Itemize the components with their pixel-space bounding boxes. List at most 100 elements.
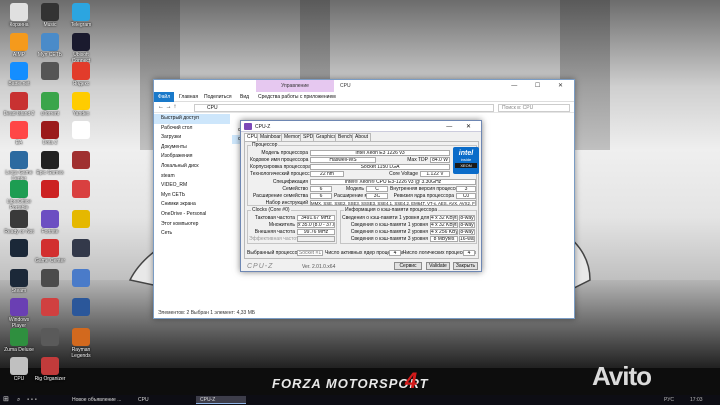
nav-item[interactable]: Локальный диск (154, 162, 230, 172)
nav-item[interactable]: Этот компьютер (154, 220, 230, 230)
desktop-icon[interactable]: Яндекс (64, 62, 98, 87)
desktop-icon[interactable]: CPU (2, 357, 36, 382)
windows-start-icon[interactable]: ⊞ (3, 396, 11, 404)
close-button[interactable]: Закрыть (453, 262, 478, 270)
nav-item[interactable]: VIDEO_RM (154, 181, 230, 191)
desktop-icon[interactable]: Windows Player (2, 298, 36, 329)
tech-value: 22 nm (310, 171, 344, 177)
taskbar-item-browser[interactable]: Новое объявление ... (72, 396, 128, 404)
forza-logo-number: 4 (405, 368, 418, 393)
family-value: 6 (310, 186, 332, 192)
tdp-value: 84.0 W (430, 157, 450, 163)
desktop-icon[interactable]: Dead Island 2 (2, 91, 36, 117)
nav-arrows-icon[interactable]: ← → ↑ (158, 104, 176, 110)
desktop-icon[interactable] (33, 62, 67, 81)
desktop-icon[interactable]: Ubisoft Connect (64, 32, 98, 64)
cpuz-app-icon (244, 123, 252, 130)
group-title: Clocks (Core #0) (251, 207, 291, 213)
desktop-icon[interactable] (64, 209, 98, 229)
nav-item[interactable]: OneDrive - Personal (154, 210, 230, 220)
field-label: Корпусировка процессора (250, 164, 311, 170)
desktop-icon[interactable]: uTorrent (33, 91, 67, 117)
nav-item[interactable]: steam (154, 172, 230, 182)
desktop-icon-label: Rayman Legends (71, 346, 91, 359)
language-indicator[interactable]: РУС (664, 396, 674, 404)
desktop-icon[interactable]: Yandex (64, 91, 98, 117)
ribbon-share-tab[interactable]: Поделиться (204, 94, 232, 100)
desktop-icon[interactable] (2, 239, 36, 258)
desktop-icon[interactable]: Ready or Not (2, 209, 36, 235)
ribbon-view-tab[interactable]: Вид (240, 94, 249, 100)
app-icon (10, 209, 28, 228)
ribbon-home-tab[interactable]: Главная (179, 94, 198, 100)
explorer-address-row: ← → ↑ CPU Поиск в: CPU (154, 102, 574, 113)
address-bar[interactable]: CPU (194, 104, 494, 112)
validate-button[interactable]: Validate (426, 262, 450, 270)
desktop-icon[interactable] (33, 180, 67, 199)
desktop-icon[interactable]: LibreOffice Portable (2, 180, 36, 211)
nav-item[interactable]: Рабочий стол (154, 124, 230, 134)
effective-speed-value (297, 236, 335, 242)
status-bar: Элементов: 2 Выбран 1 элемент: 4,33 МБ (158, 310, 256, 316)
desktop-icon[interactable]: Battle.net (2, 62, 36, 87)
desktop-icon[interactable]: AIMP (2, 32, 36, 58)
nav-item[interactable]: Снимки экрана (154, 200, 230, 210)
desktop-icon[interactable]: Music (33, 3, 67, 28)
window-controls[interactable]: — ☐ ✕ (511, 82, 571, 89)
app-icon (10, 180, 28, 198)
desktop-icon[interactable] (33, 268, 67, 288)
nav-item[interactable]: Быстрый доступ (154, 114, 230, 124)
socket-select[interactable]: Socket #1 (297, 250, 323, 256)
nav-item[interactable]: Документы (154, 143, 230, 153)
desktop-icon[interactable]: Rayman Legends (64, 327, 98, 359)
taskbar-item-cpuz[interactable]: CPU-Z (196, 396, 246, 404)
ribbon-app-tools-tab[interactable]: Средства работы с приложением (258, 94, 336, 100)
desktop-icon[interactable]: Мул СЕТЬ (33, 32, 67, 58)
nav-item[interactable]: Мул СЕТЬ (154, 191, 230, 201)
desktop-icon[interactable]: Lesta Game Center (2, 150, 36, 182)
nav-item[interactable]: Загрузки (154, 133, 230, 143)
clock[interactable]: 17:03 (690, 396, 703, 404)
desktop-icon[interactable]: Telegram (64, 3, 98, 28)
desktop-icon[interactable]: Dota 2 (33, 121, 67, 146)
ribbon-file-tab[interactable]: Файл (154, 92, 174, 102)
desktop-icon[interactable] (33, 327, 67, 347)
tab-manage[interactable]: Управление (256, 80, 334, 92)
cache-group: Информация о кэш-памяти процессора Сведе… (340, 208, 477, 244)
desktop-icon[interactable]: Rig Organizer (33, 357, 67, 382)
app-icon (10, 121, 28, 139)
desktop-icon[interactable]: Fortnite (33, 209, 67, 235)
tab-about[interactable]: About (352, 133, 372, 141)
avito-watermark: Avito (592, 361, 652, 391)
desktop-icon[interactable]: EA (2, 121, 36, 146)
service-button[interactable]: Сервис (394, 262, 422, 270)
cpuz-titlebar[interactable]: CPU-Z — ✕ (241, 121, 481, 132)
nav-item[interactable]: Сеть (154, 229, 230, 239)
desktop-icon[interactable]: Epic Games (33, 150, 67, 176)
window-controls[interactable]: — ✕ (446, 123, 477, 130)
search-icon[interactable]: ⌕ (17, 396, 20, 404)
desktop-icon[interactable] (64, 239, 98, 258)
app-icon (10, 62, 28, 80)
bus-speed-value: 99.76 MHz (297, 229, 335, 235)
taskbar-item-explorer[interactable]: CPU (138, 396, 188, 404)
desktop-icon[interactable] (64, 121, 98, 140)
desktop-icon[interactable]: Zuma Deluxe (2, 327, 36, 353)
app-icon (72, 32, 90, 51)
desktop-icon[interactable] (64, 150, 98, 170)
pinned-apps-icons[interactable]: ▪ ▪ ▪ (27, 396, 67, 404)
intel-xeon-logo: intel inside XEON (453, 147, 479, 174)
app-icon (41, 121, 59, 139)
desktop-icon[interactable]: Game Center (33, 239, 67, 264)
app-icon (72, 268, 90, 287)
desktop-icon[interactable] (64, 298, 98, 317)
nav-item[interactable]: Изображения (154, 152, 230, 162)
desktop-icon[interactable] (64, 268, 98, 288)
app-icon (41, 268, 59, 287)
explorer-titlebar[interactable]: Управление CPU — ☐ ✕ (154, 80, 574, 92)
desktop-icon[interactable]: Корзина (2, 3, 36, 28)
desktop-icon[interactable] (33, 298, 67, 317)
desktop-icon[interactable]: Steam (2, 268, 36, 294)
desktop-icon[interactable] (64, 180, 98, 199)
search-input[interactable]: Поиск в: CPU (498, 104, 570, 112)
